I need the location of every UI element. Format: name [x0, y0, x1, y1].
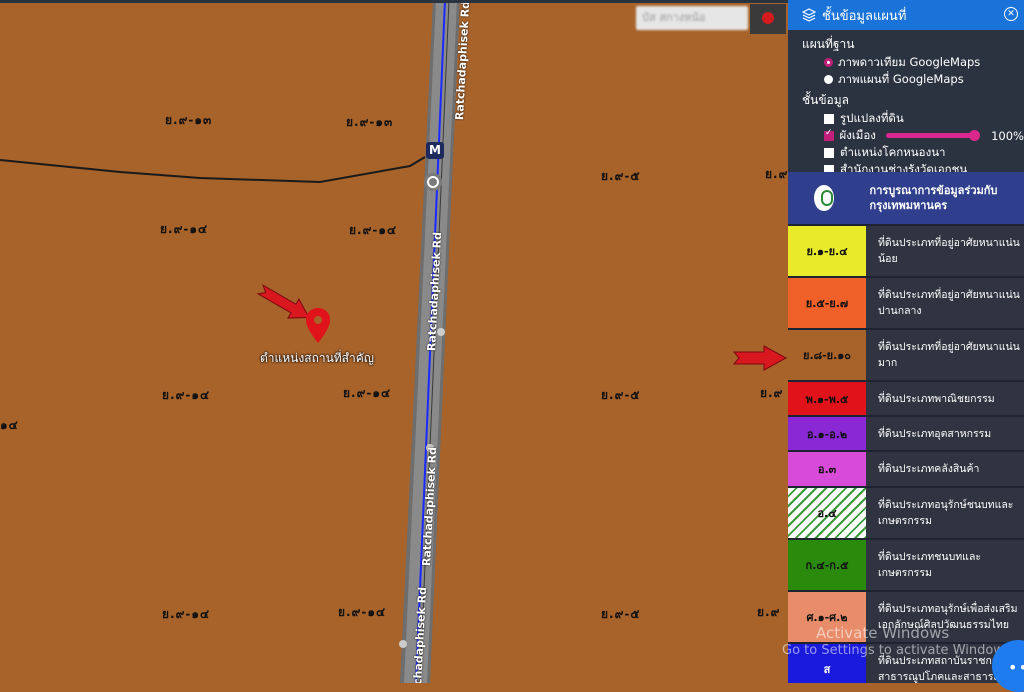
- layer-label: ผังเมือง: [839, 127, 876, 142]
- opacity-value: 100%: [991, 128, 1024, 143]
- layer-panel: ชั้นข้อมูลแผนที่ ✕ แผนที่ฐาน ภาพดาวเทียม…: [788, 0, 1024, 683]
- windows-watermark: Activate Windows Go to Settings to activ…: [782, 624, 1015, 660]
- radio-icon[interactable]: [824, 75, 833, 84]
- map-canvas[interactable]: M Ratchadaphisek Rd Ratchadaphisek Rd Ra…: [0, 0, 788, 683]
- option-label: ภาพดาวเทียม GoogleMaps: [838, 54, 981, 69]
- legend-description: ที่ดินประเภทอนุรักษ์ชนบทและเกษตรกรรม: [866, 488, 1024, 538]
- checkbox-checked[interactable]: [824, 128, 834, 141]
- layers-heading: ชั้นข้อมูล: [802, 93, 850, 107]
- annotation-arrow: [256, 284, 310, 319]
- layer-cityplan[interactable]: ผังเมือง 100%: [788, 127, 1024, 144]
- more-icon: •••: [1008, 658, 1024, 677]
- legend-description: ที่ดินประเภทที่อยู่อาศัยหนาแน่นมาก: [866, 330, 1024, 380]
- zone-label: ย.๙-๑๔: [160, 222, 209, 236]
- record-icon: [762, 12, 774, 24]
- layer-parcel[interactable]: รูปแปลงที่ดิน: [788, 110, 1024, 127]
- radio-selected-icon[interactable]: [824, 58, 833, 67]
- bma-text: การบูรณาการข้อมูลร่วมกับกรุงเทพมหานคร: [869, 184, 998, 212]
- layer-label: ตำแหน่งโคกหนองนา: [840, 144, 946, 159]
- zone-label: ย.๙-๕: [601, 169, 641, 183]
- legend-swatch: อ.๓: [788, 452, 866, 486]
- slider-handle[interactable]: [969, 130, 981, 141]
- legend-row: ย.๘-ย.๑๐ ที่ดินประเภทที่อยู่อาศัยหนาแน่นม…: [788, 328, 1024, 380]
- zone-label: ย.๙-๕: [601, 607, 641, 621]
- legend-row: อ.๓ ที่ดินประเภทคลังสินค้า: [788, 450, 1024, 486]
- legend-row: ย.๕-ย.๗ ที่ดินประเภทที่อยู่อาศัยหนาแน่นปา…: [788, 276, 1024, 328]
- legend-swatch: ก.๔-ก.๕: [788, 540, 866, 590]
- zone-label: ย.๙: [765, 167, 788, 181]
- annotation-arrow-right: [732, 345, 788, 371]
- legend-description: ที่ดินประเภทที่อยู่อาศัยหนาแน่นปานกลาง: [866, 278, 1024, 328]
- zone-label: ย.๙-๑๓: [346, 115, 394, 129]
- legend-row: ย.๑-ย.๔ ที่ดินประเภทที่อยู่อาศัยหนาแน่นน้…: [788, 224, 1024, 276]
- checkbox[interactable]: [824, 147, 834, 158]
- search-input[interactable]: บัส สกางหน้อ: [636, 6, 748, 30]
- basemap-option-map[interactable]: ภาพแผนที่ GoogleMaps: [788, 71, 1024, 88]
- zone-label: ย.๙-๑๓: [165, 113, 213, 127]
- zone-label: ย.๙-๑๔: [343, 386, 392, 400]
- legend-row: อ.๔ ที่ดินประเภทอนุรักษ์ชนบทและเกษตรกรรม: [788, 486, 1024, 538]
- option-label: ภาพแผนที่ GoogleMaps: [838, 71, 964, 86]
- layer-label: รูปแปลงที่ดิน: [840, 110, 904, 125]
- legend-swatch: อ.๔: [788, 488, 866, 538]
- zone-label: ย.๙: [757, 605, 781, 619]
- close-icon[interactable]: ✕: [1004, 7, 1018, 21]
- legend-description: ที่ดินประเภทอุตสาหกรรม: [866, 417, 1024, 450]
- layer-khoknongna[interactable]: ตำแหน่งโคกหนองนา: [788, 144, 1024, 161]
- bma-logo: [814, 185, 834, 211]
- opacity-slider[interactable]: [885, 130, 981, 141]
- panel-header: ชั้นข้อมูลแผนที่ ✕: [788, 0, 1024, 30]
- legend-description: ที่ดินประเภทพาณิชยกรรม: [866, 382, 1024, 415]
- legend-swatch: พ.๑-พ.๕: [788, 382, 866, 415]
- legend-swatch: ย.๘-ย.๑๐: [788, 330, 866, 380]
- map-graphics: [0, 0, 788, 683]
- legend-row: พ.๑-พ.๕ ที่ดินประเภทพาณิชยกรรม: [788, 380, 1024, 415]
- legend-description: ที่ดินประเภทชนบทและเกษตรกรรม: [866, 540, 1024, 590]
- zone-label: ย.๙-๑๔: [162, 607, 211, 621]
- zone-label: ย.๙-๕: [601, 388, 641, 402]
- zone-label: ย.๙-๑๔: [349, 223, 398, 237]
- legend-swatch: ย.๕-ย.๗: [788, 278, 866, 328]
- zone-label: ๑๔: [0, 418, 19, 432]
- zone-label: ย.๙-๑๔: [162, 388, 211, 402]
- zone-label: ย.๙-๑๔: [338, 605, 387, 619]
- watermark-line1: Activate Windows: [816, 624, 950, 642]
- basemap-option-satellite[interactable]: ภาพดาวเทียม GoogleMaps: [788, 54, 1024, 71]
- record-button[interactable]: [750, 4, 786, 34]
- legend-description: ที่ดินประเภทคลังสินค้า: [866, 452, 1024, 486]
- zone-label: ย.๙: [760, 386, 784, 400]
- place-label[interactable]: ตำแหน่งสถานที่สำคัญ: [260, 349, 374, 368]
- legend-swatch: อ.๑-อ.๒: [788, 417, 866, 450]
- checkbox[interactable]: [824, 113, 834, 124]
- legend-swatch: ย.๑-ย.๔: [788, 226, 866, 276]
- legend-row: ก.๔-ก.๕ ที่ดินประเภทชนบทและเกษตรกรรม: [788, 538, 1024, 590]
- top-bar: [0, 0, 788, 3]
- watermark-line2: Go to Settings to activate Windows.: [782, 643, 1015, 658]
- legend-description: ที่ดินประเภทที่อยู่อาศัยหนาแน่นน้อย: [866, 226, 1024, 276]
- basemap-heading: แผนที่ฐาน: [802, 37, 855, 51]
- bma-integration-banner[interactable]: การบูรณาการข้อมูลร่วมกับกรุงเทพมหานคร: [788, 172, 1024, 224]
- panel-title: ชั้นข้อมูลแผนที่: [822, 8, 907, 24]
- location-pin: [306, 308, 330, 343]
- metro-icon[interactable]: M: [426, 142, 444, 159]
- legend-row: อ.๑-อ.๒ ที่ดินประเภทอุตสาหกรรม: [788, 415, 1024, 450]
- layers-icon: [802, 8, 816, 22]
